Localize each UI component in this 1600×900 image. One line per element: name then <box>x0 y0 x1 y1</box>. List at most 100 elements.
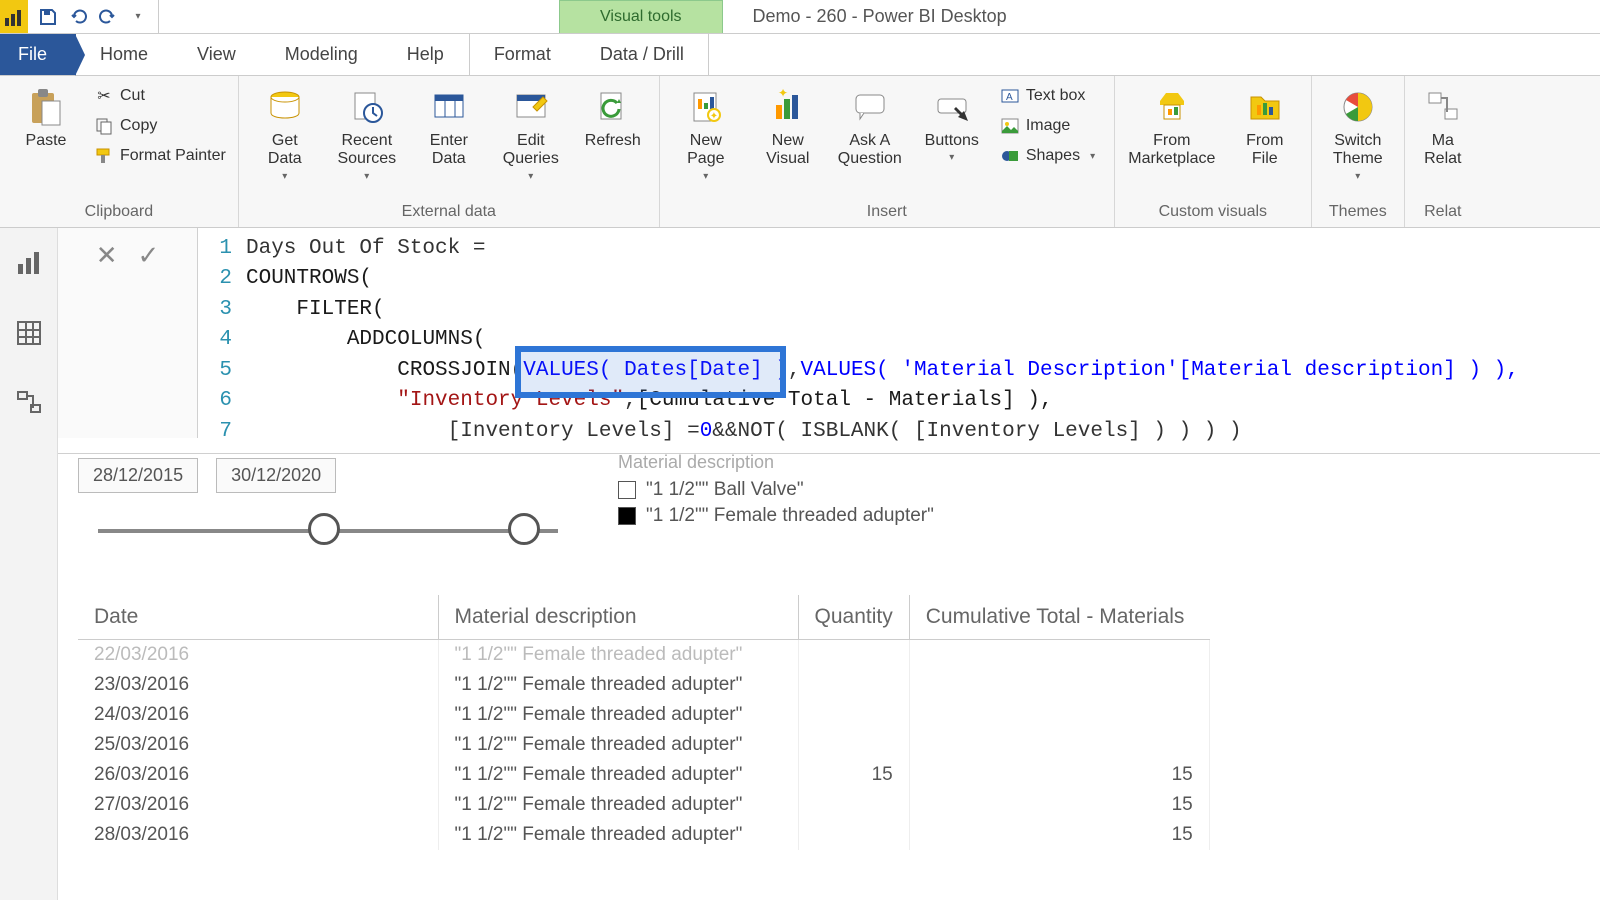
new-page-button[interactable]: ✦New Page▾ <box>668 82 744 182</box>
svg-text:A: A <box>1006 92 1013 103</box>
table-cell <box>798 670 909 700</box>
table-cell: "1 1/2"" Female threaded adupter" <box>438 760 798 790</box>
formula-line: , <box>624 386 637 416</box>
date-slider[interactable] <box>98 511 558 551</box>
data-view-icon[interactable] <box>14 318 44 348</box>
tab-view[interactable]: View <box>173 34 261 75</box>
column-header[interactable]: Material description <box>438 595 798 640</box>
tab-help[interactable]: Help <box>383 34 469 75</box>
formula-editor[interactable]: 1Days Out Of Stock = 2COUNTROWS( 3 FILTE… <box>198 228 1600 453</box>
table-cell: 15 <box>909 790 1209 820</box>
group-label-custom: Custom visuals <box>1123 199 1303 227</box>
format-painter-label: Format Painter <box>120 147 226 165</box>
app-logo <box>0 0 28 33</box>
report-view-icon[interactable] <box>14 248 44 278</box>
ask-question-button[interactable]: Ask A Question <box>832 82 908 169</box>
column-header[interactable]: Quantity <box>798 595 909 640</box>
table-cell: 24/03/2016 <box>78 700 438 730</box>
date-to-input[interactable]: 30/12/2020 <box>216 458 336 493</box>
table-row[interactable]: 26/03/2016"1 1/2"" Female threaded adupt… <box>78 760 1209 790</box>
group-label-relationships: Relat <box>1413 199 1473 227</box>
from-marketplace-label: From Marketplace <box>1128 132 1215 169</box>
date-from-input[interactable]: 28/12/2015 <box>78 458 198 493</box>
switch-theme-button[interactable]: Switch Theme▾ <box>1320 82 1396 182</box>
formula-line: Days Out Of Stock = <box>246 234 485 264</box>
table-cell: 22/03/2016 <box>78 640 438 671</box>
buttons-button[interactable]: Buttons▾ <box>914 82 990 163</box>
table-cell <box>798 730 909 760</box>
model-view-icon[interactable] <box>14 388 44 418</box>
format-painter-button[interactable]: Format Painter <box>90 144 230 168</box>
tab-format[interactable]: Format <box>469 34 576 75</box>
paste-button[interactable]: Paste <box>8 82 84 150</box>
column-header[interactable]: Cumulative Total - Materials <box>909 595 1209 640</box>
table-row[interactable]: 22/03/2016"1 1/2"" Female threaded adupt… <box>78 640 1209 671</box>
tab-home[interactable]: Home <box>76 34 173 75</box>
image-icon <box>1000 116 1020 136</box>
legend-label: "1 1/2"" Ball Valve" <box>646 479 804 501</box>
formula-line: VALUES( 'Material Description'[Material … <box>801 356 1519 386</box>
refresh-button[interactable]: Refresh <box>575 82 651 150</box>
table-row[interactable]: 27/03/2016"1 1/2"" Female threaded adupt… <box>78 790 1209 820</box>
from-file-icon <box>1242 86 1288 128</box>
date-slicer[interactable]: 28/12/2015 30/12/2020 <box>78 458 558 551</box>
table-cell: 15 <box>909 760 1209 790</box>
enter-data-button[interactable]: Enter Data <box>411 82 487 169</box>
formula-line: NOT( ISBLANK( [Inventory Levels] ) ) ) ) <box>738 417 1242 447</box>
image-button[interactable]: Image <box>996 114 1106 138</box>
table-row[interactable]: 28/03/2016"1 1/2"" Female threaded adupt… <box>78 820 1209 850</box>
manage-relationships-button[interactable]: Ma Relat <box>1413 82 1473 169</box>
column-header[interactable]: Date <box>78 595 438 640</box>
table-cell: "1 1/2"" Female threaded adupter" <box>438 670 798 700</box>
save-icon[interactable] <box>38 7 58 27</box>
qat-dropdown-icon[interactable]: ▾ <box>128 7 148 27</box>
enter-data-icon <box>426 86 472 128</box>
tab-modeling[interactable]: Modeling <box>261 34 383 75</box>
from-marketplace-button[interactable]: From Marketplace <box>1123 82 1221 169</box>
legend-item[interactable]: "1 1/2"" Female threaded adupter" <box>618 505 934 527</box>
slider-handle-to[interactable] <box>508 513 540 545</box>
legend-item[interactable]: "1 1/2"" Ball Valve" <box>618 479 934 501</box>
svg-text:✦: ✦ <box>710 111 718 122</box>
copy-button[interactable]: Copy <box>90 114 230 138</box>
formula-cancel-icon[interactable]: ✕ <box>96 240 118 271</box>
legend: Material description "1 1/2"" Ball Valve… <box>618 452 934 527</box>
get-data-label: Get Data <box>268 132 302 169</box>
quick-access-toolbar: ▾ <box>28 0 159 33</box>
report-canvas: ✕ ✓ 1Days Out Of Stock = 2COUNTROWS( 3 F… <box>58 228 1600 900</box>
redo-icon[interactable] <box>98 7 118 27</box>
new-visual-button[interactable]: ✦New Visual <box>750 82 826 169</box>
undo-icon[interactable] <box>68 7 88 27</box>
table-row[interactable]: 23/03/2016"1 1/2"" Female threaded adupt… <box>78 670 1209 700</box>
tab-data-drill[interactable]: Data / Drill <box>576 34 709 75</box>
tab-file[interactable]: File <box>0 34 76 75</box>
switch-theme-icon <box>1335 86 1381 128</box>
copy-label: Copy <box>120 117 157 135</box>
legend-title: Material description <box>618 452 934 473</box>
cut-button[interactable]: ✂Cut <box>90 84 230 108</box>
marketplace-icon <box>1149 86 1195 128</box>
from-file-button[interactable]: From File <box>1227 82 1303 169</box>
shapes-button[interactable]: Shapes▾ <box>996 144 1106 168</box>
contextual-tab-label: Visual tools <box>559 0 723 33</box>
ribbon-group-relationships: Ma Relat Relat <box>1405 76 1481 227</box>
textbox-button[interactable]: AText box <box>996 84 1106 108</box>
new-page-label: New Page <box>687 132 724 169</box>
table-row[interactable]: 25/03/2016"1 1/2"" Female threaded adupt… <box>78 730 1209 760</box>
data-table[interactable]: DateMaterial descriptionQuantityCumulati… <box>78 595 1210 850</box>
get-data-button[interactable]: Get Data▾ <box>247 82 323 182</box>
slider-handle-from[interactable] <box>308 513 340 545</box>
table-cell: "1 1/2"" Female threaded adupter" <box>438 640 798 671</box>
table-cell: "1 1/2"" Female threaded adupter" <box>438 700 798 730</box>
edit-queries-button[interactable]: Edit Queries▾ <box>493 82 569 182</box>
shapes-icon <box>1000 146 1020 166</box>
table-cell <box>909 640 1209 671</box>
recent-sources-button[interactable]: Recent Sources▾ <box>329 82 405 182</box>
table-cell <box>798 640 909 671</box>
ribbon-group-insert: ✦New Page▾ ✦New Visual Ask A Question Bu… <box>660 76 1115 227</box>
table-cell: 27/03/2016 <box>78 790 438 820</box>
formula-line: , <box>788 356 801 386</box>
formula-commit-icon[interactable]: ✓ <box>138 240 160 271</box>
edit-queries-label: Edit Queries <box>503 132 559 169</box>
table-row[interactable]: 24/03/2016"1 1/2"" Female threaded adupt… <box>78 700 1209 730</box>
